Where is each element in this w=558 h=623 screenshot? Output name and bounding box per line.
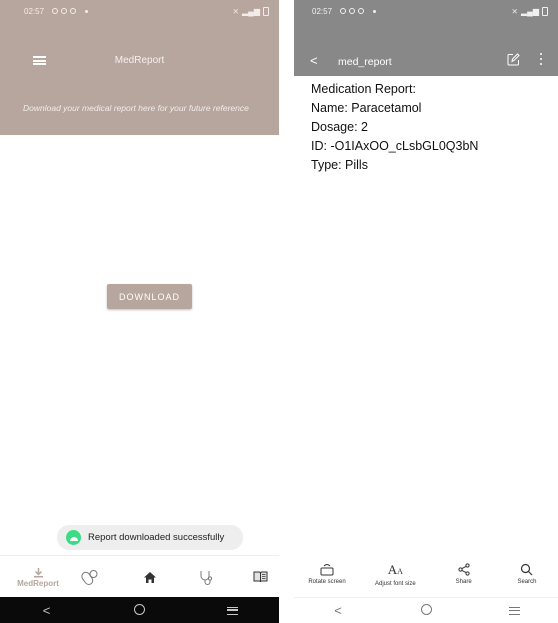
- home-icon: [144, 571, 156, 583]
- back-icon[interactable]: <: [318, 603, 358, 618]
- rotate-screen-label: Rotate screen: [308, 579, 346, 585]
- doc-line: Dosage: 2: [311, 120, 368, 134]
- tagline: Download your medical report here for yo…: [23, 103, 249, 113]
- viewer-bottom-toolbar: Rotate screen AA Adjust font size Share …: [294, 557, 558, 597]
- nav-label: MedReport: [17, 578, 59, 588]
- pills-icon: [81, 570, 98, 585]
- recents-icon[interactable]: [494, 603, 534, 618]
- book-icon: [253, 571, 267, 583]
- notification-icon: [340, 8, 347, 14]
- battery-icon: [542, 6, 548, 16]
- status-bar: 02:57 ⨯ ▂▄▆: [0, 0, 279, 22]
- home-circle-icon[interactable]: [120, 603, 160, 618]
- nav-item-doctor[interactable]: [191, 556, 221, 598]
- medreport-screen: 02:57 ⨯ ▂▄▆ MedReport Download your medi…: [0, 0, 279, 623]
- edit-icon[interactable]: [507, 53, 520, 66]
- notification-icon: [52, 8, 59, 14]
- download-button[interactable]: DOWNLOAD: [107, 284, 192, 309]
- battery-icon: [263, 6, 269, 16]
- doc-line: ID: -O1IAxOO_cLsbGL0Q3bN: [311, 139, 479, 153]
- notification-dot-icon: [373, 9, 377, 13]
- adjust-font-size-label: Adjust font size: [374, 581, 416, 587]
- app-bar: MedReport Download your medical report h…: [0, 22, 279, 135]
- adjust-font-size-button[interactable]: AA Adjust font size: [365, 557, 425, 597]
- bottom-navigation: MedReport: [0, 555, 279, 597]
- nav-item-medreport[interactable]: MedReport: [14, 556, 62, 598]
- status-bar: 02:57 ⨯ ▂▄▆: [294, 0, 558, 22]
- status-time: 02:57: [24, 6, 45, 16]
- search-icon: [521, 563, 533, 576]
- nav-item-medications[interactable]: [75, 556, 105, 598]
- android-icon: [66, 530, 81, 545]
- mute-icon: ⨯: [232, 6, 240, 16]
- signal-icon: ▂▄▆: [521, 6, 539, 16]
- nav-item-reading[interactable]: [245, 556, 275, 598]
- system-navigation: <: [294, 597, 558, 623]
- share-icon: [458, 563, 470, 576]
- more-options-icon[interactable]: [539, 53, 543, 67]
- toast-text: Report downloaded successfully: [88, 532, 225, 543]
- toast-message: Report downloaded successfully: [57, 525, 243, 550]
- back-icon[interactable]: <: [27, 603, 67, 618]
- notification-dot-icon: [85, 9, 89, 13]
- search-button[interactable]: Search: [502, 557, 552, 597]
- system-navigation: <: [0, 597, 279, 623]
- doc-line: Medication Report:: [311, 82, 416, 96]
- doc-line: Type: Pills: [311, 158, 368, 172]
- file-title: med_report: [338, 56, 392, 68]
- notification-icon: [61, 8, 68, 14]
- signal-icon: ▂▄▆: [242, 6, 260, 16]
- status-time: 02:57: [312, 6, 333, 16]
- doc-line: Name: Paracetamol: [311, 101, 422, 115]
- font-size-icon: AA: [387, 562, 403, 577]
- divider: [279, 0, 294, 623]
- share-label: Share: [455, 579, 472, 585]
- document-content: Medication Report: Name: Paracetamol Dos…: [311, 80, 552, 175]
- app-title: MedReport: [114, 55, 165, 66]
- download-icon: [33, 567, 43, 577]
- viewer-toolbar: < med_report: [294, 22, 558, 76]
- notification-icon: [349, 8, 356, 14]
- recents-icon[interactable]: [213, 603, 253, 618]
- mute-icon: ⨯: [511, 6, 519, 16]
- nav-item-home[interactable]: [135, 556, 165, 598]
- back-arrow-icon[interactable]: <: [310, 53, 318, 68]
- rotate-screen-button[interactable]: Rotate screen: [302, 557, 352, 597]
- rotate-screen-icon: [320, 564, 334, 576]
- stethoscope-icon: [200, 570, 212, 585]
- file-viewer-screen: 02:57 ⨯ ▂▄▆ < med_report Medication Repo…: [294, 0, 558, 623]
- notification-icon: [70, 8, 77, 14]
- share-button[interactable]: Share: [439, 557, 489, 597]
- home-circle-icon[interactable]: [406, 603, 446, 618]
- search-label: Search: [517, 579, 537, 585]
- notification-icon: [358, 8, 365, 14]
